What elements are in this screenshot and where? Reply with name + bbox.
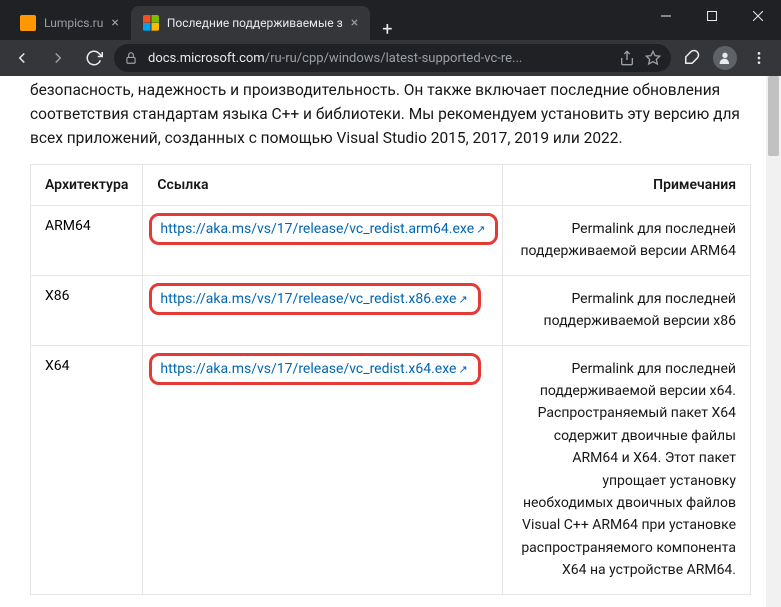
close-window-button[interactable] xyxy=(735,0,781,32)
tab-title: Lumpics.ru xyxy=(44,16,103,30)
header-link: Ссылка xyxy=(143,165,503,206)
highlight-annotation: https://aka.ms/vs/17/release/vc_redist.a… xyxy=(149,213,498,245)
favicon-microsoft-icon xyxy=(143,15,159,31)
arch-cell: X64 xyxy=(31,345,143,594)
tab-microsoft-docs[interactable]: Последние поддерживаемые з × xyxy=(131,6,370,40)
minimize-button[interactable] xyxy=(643,0,689,32)
header-notes: Примечания xyxy=(503,165,751,206)
window-titlebar: Lumpics.ru × Последние поддерживаемые з … xyxy=(0,0,781,40)
profile-avatar[interactable] xyxy=(709,42,741,74)
external-link-icon: ↗ xyxy=(476,223,485,236)
download-link-x86[interactable]: https://aka.ms/vs/17/release/vc_redist.x… xyxy=(160,291,456,307)
toolbar-actions xyxy=(675,42,775,74)
tab-title: Последние поддерживаемые з xyxy=(167,16,343,30)
maximize-button[interactable] xyxy=(689,0,735,32)
lock-icon xyxy=(124,51,138,65)
notes-cell: Permalink для последней поддерживаемой в… xyxy=(503,206,751,276)
close-tab-icon[interactable]: × xyxy=(351,15,358,31)
forward-button[interactable] xyxy=(42,42,74,74)
download-link-x64[interactable]: https://aka.ms/vs/17/release/vc_redist.x… xyxy=(160,361,456,377)
external-link-icon: ↗ xyxy=(458,293,467,306)
window-controls xyxy=(643,0,781,40)
tab-strip: Lumpics.ru × Последние поддерживаемые з … xyxy=(8,0,643,40)
scrollbar[interactable] xyxy=(766,76,781,607)
favicon-lumpics-icon xyxy=(20,15,36,31)
link-cell: https://aka.ms/vs/17/release/vc_redist.a… xyxy=(143,206,503,276)
downloads-table: Архитектура Ссылка Примечания ARM64 http… xyxy=(30,164,751,594)
url-input[interactable]: docs.microsoft.com/ru-ru/cpp/windows/lat… xyxy=(114,44,671,72)
scrollbar-thumb[interactable] xyxy=(768,76,779,156)
arch-cell: X86 xyxy=(31,275,143,345)
header-architecture: Архитектура xyxy=(31,165,143,206)
reload-button[interactable] xyxy=(78,42,110,74)
highlight-annotation: https://aka.ms/vs/17/release/vc_redist.x… xyxy=(149,353,480,385)
arch-cell: ARM64 xyxy=(31,206,143,276)
close-tab-icon[interactable]: × xyxy=(111,15,118,31)
highlight-annotation: https://aka.ms/vs/17/release/vc_redist.x… xyxy=(149,283,480,315)
table-row: ARM64 https://aka.ms/vs/17/release/vc_re… xyxy=(31,206,751,276)
menu-button[interactable] xyxy=(743,42,775,74)
external-link-icon: ↗ xyxy=(458,363,467,376)
page-content[interactable]: безопасность, надежность и производитель… xyxy=(0,76,781,607)
table-row: X64 https://aka.ms/vs/17/release/vc_redi… xyxy=(31,345,751,594)
share-icon[interactable] xyxy=(619,50,635,66)
new-tab-button[interactable]: + xyxy=(370,19,404,40)
intro-paragraph: безопасность, надежность и производитель… xyxy=(0,76,781,164)
url-text: docs.microsoft.com/ru-ru/cpp/windows/lat… xyxy=(148,51,609,66)
tab-lumpics[interactable]: Lumpics.ru × xyxy=(8,6,131,40)
extensions-button[interactable] xyxy=(675,42,707,74)
link-cell: https://aka.ms/vs/17/release/vc_redist.x… xyxy=(143,345,503,594)
table-row: X86 https://aka.ms/vs/17/release/vc_redi… xyxy=(31,275,751,345)
back-button[interactable] xyxy=(6,42,38,74)
download-link-arm64[interactable]: https://aka.ms/vs/17/release/vc_redist.a… xyxy=(160,221,474,237)
link-cell: https://aka.ms/vs/17/release/vc_redist.x… xyxy=(143,275,503,345)
notes-cell: Permalink для последней поддерживаемой в… xyxy=(503,275,751,345)
bookmark-star-icon[interactable] xyxy=(645,50,661,66)
address-bar: docs.microsoft.com/ru-ru/cpp/windows/lat… xyxy=(0,40,781,76)
notes-cell: Permalink для последней поддерживаемой в… xyxy=(503,345,751,594)
